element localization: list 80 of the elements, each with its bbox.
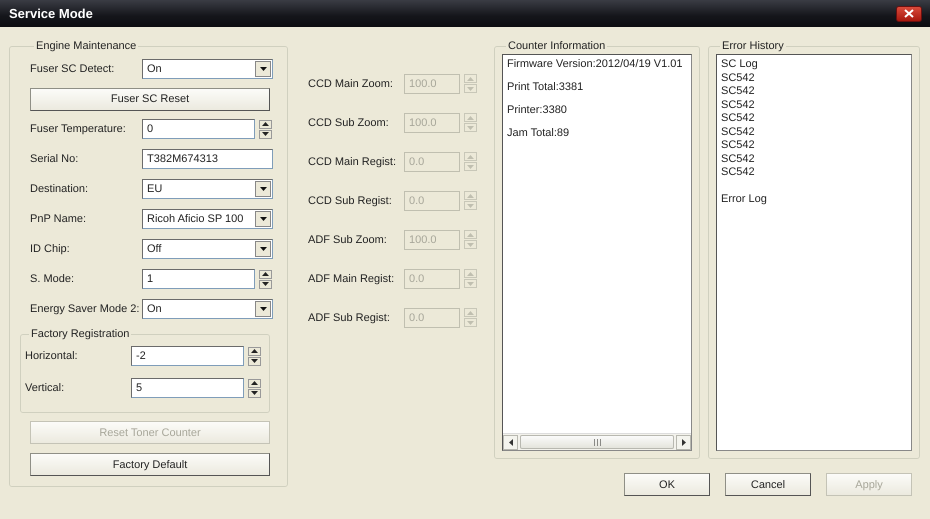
list-text: Firmware Version:2012/04/19 V1.01 — [507, 58, 684, 71]
action-button[interactable]: Factory Default — [30, 453, 270, 476]
field-label: CCD Main Zoom: — [308, 77, 394, 90]
spin-up-button[interactable] — [259, 270, 272, 278]
list-item[interactable]: SC542 — [721, 72, 907, 85]
input-field[interactable]: 5 — [131, 378, 244, 398]
spin-down-button[interactable] — [248, 356, 261, 366]
dropdown-field[interactable]: On — [142, 299, 273, 319]
dropdown-button[interactable] — [255, 301, 271, 317]
arrow-icon — [682, 438, 686, 446]
spin-down-button[interactable] — [259, 280, 272, 288]
dialog-button[interactable]: OK — [624, 473, 710, 496]
caret-icon — [260, 217, 266, 221]
spin-up-button[interactable] — [248, 378, 261, 388]
field-label: PnP Name: — [30, 213, 88, 225]
list-item[interactable]: Error Log — [721, 192, 907, 206]
dropdown-button[interactable] — [255, 241, 271, 257]
dropdown-button[interactable] — [255, 181, 271, 197]
dropdown-value: Ricoh Aficio SP 100 — [147, 213, 244, 225]
close-button[interactable] — [896, 6, 922, 22]
dropdown-value: On — [147, 303, 162, 315]
dropdown-field[interactable]: EU — [142, 179, 273, 199]
scroll-right-button[interactable] — [676, 434, 691, 450]
list-item[interactable]: SC542 — [721, 139, 907, 152]
list-item[interactable]: SC542 — [721, 166, 907, 180]
spin-up-button[interactable] — [248, 346, 261, 356]
field-label: Serial No: — [30, 153, 80, 165]
field-label: S. Mode: — [30, 273, 76, 285]
spin-down-button[interactable] — [248, 388, 261, 398]
list-item[interactable]: SC542 — [721, 112, 907, 126]
fuser-reset-button[interactable]: Fuser SC Reset — [30, 88, 270, 110]
field-label: ID Chip: — [30, 243, 71, 255]
close-icon — [904, 9, 914, 18]
dropdown-field[interactable]: Ricoh Aficio SP 100 — [142, 209, 273, 229]
list-item[interactable]: SC542 — [721, 85, 907, 98]
dialog-button[interactable]: Cancel — [725, 473, 811, 496]
dropdown-value: On — [147, 63, 162, 75]
spin-up-button[interactable] — [259, 120, 272, 128]
caret-icon — [260, 307, 266, 311]
input-field[interactable]: 1 — [142, 269, 255, 289]
input-field[interactable]: 0 — [142, 119, 255, 139]
field-label: ADF Sub Zoom: — [308, 233, 388, 246]
dropdown-field[interactable]: On — [142, 59, 273, 79]
dropdown-field[interactable]: Off — [142, 239, 273, 259]
dropdown-value: Off — [147, 243, 162, 255]
list-item[interactable]: SC542 — [721, 98, 907, 112]
group-title: Engine Maintenance — [35, 40, 138, 52]
caret-icon — [260, 67, 266, 71]
input-field[interactable]: -2 — [131, 346, 244, 366]
list-text: Jam Total:89 — [507, 127, 570, 140]
window-title: Service Mode — [9, 6, 93, 21]
field-label: Fuser Temperature: — [30, 123, 127, 135]
list-text: Print Total:3381 — [507, 81, 584, 94]
field-label: Fuser SC Detect: — [30, 63, 116, 75]
dropdown-value: EU — [147, 183, 162, 195]
scroll-left-button[interactable] — [503, 434, 518, 450]
spin-down-button[interactable] — [259, 130, 272, 138]
field-label: ADF Main Regist: — [308, 272, 396, 285]
arrow-icon — [508, 438, 512, 446]
input-field[interactable]: T382M674313 — [142, 149, 273, 169]
dropdown-button[interactable] — [255, 211, 271, 227]
group-title: Factory Registration — [30, 328, 130, 340]
caret-icon — [260, 187, 266, 191]
dropdown-button[interactable] — [255, 61, 271, 77]
field-label: CCD Sub Regist: — [308, 194, 393, 207]
group-title: Counter Information — [507, 40, 606, 52]
list-text: Printer:3380 — [507, 104, 568, 117]
list-item[interactable]: SC542 — [721, 152, 907, 166]
field-label: ADF Sub Regist: — [308, 311, 391, 324]
field-label: CCD Main Regist: — [308, 155, 398, 168]
field-label: Energy Saver Mode 2: — [30, 303, 140, 315]
list-item[interactable]: SC542 — [721, 126, 907, 139]
field-label: CCD Sub Zoom: — [308, 116, 390, 129]
group-title: Error History — [721, 40, 785, 52]
scroll-thumb[interactable] — [520, 435, 674, 449]
caret-icon — [260, 247, 266, 251]
list-item[interactable]: SC Log — [721, 58, 907, 72]
field-label: Destination: — [30, 183, 90, 195]
field-label: Horizontal: — [25, 350, 79, 362]
field-label: Vertical: — [25, 382, 66, 394]
